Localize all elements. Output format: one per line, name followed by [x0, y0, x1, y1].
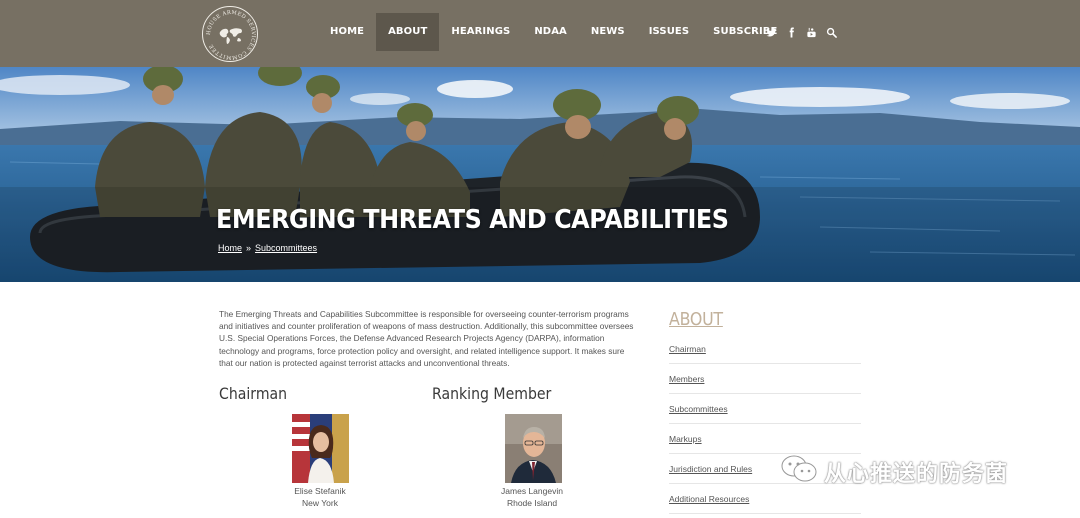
hero-image	[0, 67, 1080, 282]
sidebar-item-subcommittees[interactable]: Subcommittees	[669, 404, 728, 414]
youtube-icon[interactable]	[806, 25, 817, 38]
ranking-member-photo[interactable]	[505, 414, 562, 483]
sidebar-item-jurisdiction[interactable]: Jurisdiction and Rules	[669, 464, 752, 474]
sidebar-item: Subcommittees	[669, 394, 861, 424]
chairman-photo[interactable]	[292, 414, 349, 483]
sidebar-item: Members	[669, 364, 861, 394]
sidebar-title[interactable]: ABOUT	[669, 309, 723, 330]
site-header: HOUSE ARMED SERVICES COMMITTEE HOME ABOU…	[0, 0, 1080, 67]
chairman-state: New York	[302, 498, 338, 508]
page-title: EMERGING THREATS AND CAPABILITIES	[216, 205, 729, 235]
sidebar-item-chairman[interactable]: Chairman	[669, 344, 706, 354]
facebook-icon[interactable]	[786, 25, 797, 38]
watermark-text: 从心推送的防务菌	[824, 461, 1009, 487]
search-icon[interactable]	[826, 25, 837, 38]
subcommittee-description: The Emerging Threats and Capabilities Su…	[219, 309, 634, 368]
seal-graphic: HOUSE ARMED SERVICES COMMITTEE	[206, 10, 256, 60]
wechat-icon	[780, 454, 818, 489]
chairman-heading: Chairman	[219, 384, 288, 403]
breadcrumb: Home » Subcommittees	[218, 243, 317, 253]
committee-seal-logo[interactable]: HOUSE ARMED SERVICES COMMITTEE	[202, 6, 258, 62]
sidebar-item-additional-resources[interactable]: Additional Resources	[669, 494, 749, 504]
breadcrumb-subcommittees-link[interactable]: Subcommittees	[255, 243, 317, 253]
nav-issues[interactable]: ISSUES	[637, 13, 701, 51]
sidebar-item-markups[interactable]: Markups	[669, 434, 702, 444]
breadcrumb-home-link[interactable]: Home	[218, 243, 242, 253]
nav-news[interactable]: NEWS	[579, 13, 637, 51]
twitter-icon[interactable]	[766, 25, 777, 37]
sidebar-item: Chairman	[669, 334, 861, 364]
sidebar-item: Markups	[669, 424, 861, 454]
main-nav: HOME ABOUT HEARINGS NDAA NEWS ISSUES SUB…	[318, 13, 789, 51]
nav-home[interactable]: HOME	[318, 13, 376, 51]
nav-about[interactable]: ABOUT	[376, 13, 440, 51]
nav-ndaa[interactable]: NDAA	[522, 13, 579, 51]
sidebar-item-members[interactable]: Members	[669, 374, 704, 384]
ranking-member-heading: Ranking Member	[432, 384, 552, 403]
nav-hearings[interactable]: HEARINGS	[439, 13, 522, 51]
svg-text:HOUSE ARMED SERVICES COMMITTEE: HOUSE ARMED SERVICES COMMITTEE	[206, 10, 256, 60]
social-links	[766, 25, 837, 38]
watermark: 从心推送的防务菌	[780, 454, 1008, 489]
ranking-member-state: Rhode Island	[506, 498, 558, 508]
chairman-name: Elise Stefanik	[294, 486, 346, 496]
hero-banner: EMERGING THREATS AND CAPABILITIES Home » S…	[0, 67, 1080, 282]
seal-text: HOUSE ARMED SERVICES COMMITTEE	[206, 10, 256, 60]
ranking-member-name: James Langevin	[501, 486, 563, 496]
breadcrumb-separator: »	[246, 243, 252, 253]
